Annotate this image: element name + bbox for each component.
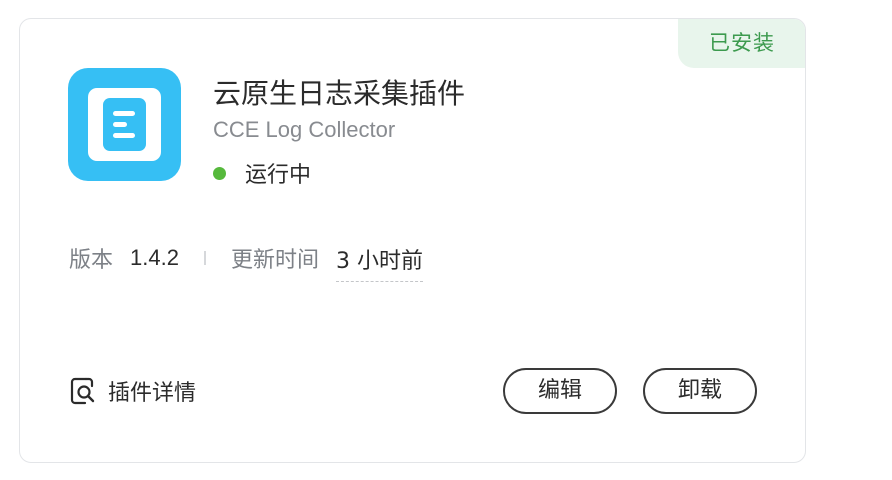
installed-badge: 已安装 [678,19,805,68]
version-value: 1.4.2 [130,245,179,270]
addon-meta: 版本 1.4.2 更新时间 3 小时前 [69,241,423,282]
status-text: 运行中 [245,163,312,188]
version-label: 版本 [69,248,114,273]
updated-label: 更新时间 [230,248,319,273]
addon-title: 云原生日志采集插件 [213,77,466,110]
status-dot-icon [213,166,226,180]
meta-divider [203,251,206,265]
details-label: 插件详情 [108,381,197,406]
status-indicator: 运行中 [213,157,311,189]
uninstall-button[interactable]: 卸载 [643,368,757,414]
search-document-icon [70,377,95,405]
updated-value[interactable]: 3 小时前 [335,243,423,282]
document-list-icon [68,68,181,181]
addon-card: 已安装 云原生日志采集插件 CCE Log Collector 运行中 版本 1… [19,18,806,463]
edit-button[interactable]: 编辑 [503,368,617,414]
addon-details-link[interactable]: 插件详情 [70,371,196,411]
addon-subtitle: CCE Log Collector [213,117,396,142]
